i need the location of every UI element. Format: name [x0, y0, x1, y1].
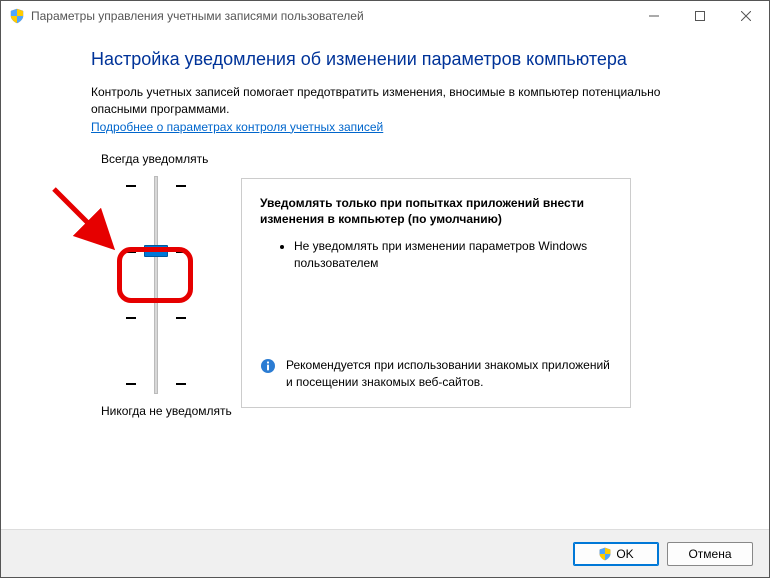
- content-area: Настройка уведомления об изменении парам…: [1, 31, 769, 418]
- info-icon: [260, 358, 276, 379]
- cancel-button[interactable]: Отмена: [667, 542, 753, 566]
- ok-button-label: OK: [616, 547, 633, 561]
- info-recommendation: Рекомендуется при использовании знакомых…: [286, 357, 612, 391]
- page-description: Контроль учетных записей помогает предот…: [91, 84, 679, 118]
- info-panel: Уведомлять только при попытках приложени…: [241, 178, 631, 408]
- shield-icon: [9, 8, 25, 24]
- slider-label-top: Всегда уведомлять: [101, 152, 208, 166]
- titlebar: Параметры управления учетными записями п…: [1, 1, 769, 31]
- slider-area: Всегда уведомлять Никогда не уведомлять …: [91, 152, 679, 418]
- cancel-button-label: Отмена: [688, 547, 731, 561]
- uac-settings-window: Параметры управления учетными записями п…: [0, 0, 770, 578]
- learn-more-link[interactable]: Подробнее о параметрах контроля учетных …: [91, 120, 383, 134]
- slider-label-bottom: Никогда не уведомлять: [101, 404, 232, 418]
- button-bar: OK Отмена: [1, 529, 769, 577]
- ok-button[interactable]: OK: [573, 542, 659, 566]
- page-heading: Настройка уведомления об изменении парам…: [91, 49, 679, 70]
- shield-icon: [598, 547, 612, 561]
- info-title: Уведомлять только при попытках приложени…: [260, 195, 612, 229]
- uac-slider[interactable]: [126, 176, 186, 394]
- info-bullet: Не уведомлять при изменении параметров W…: [294, 238, 612, 272]
- window-title: Параметры управления учетными записями п…: [31, 9, 364, 23]
- maximize-button[interactable]: [677, 1, 723, 31]
- close-button[interactable]: [723, 1, 769, 31]
- minimize-button[interactable]: [631, 1, 677, 31]
- slider-thumb[interactable]: [144, 245, 168, 257]
